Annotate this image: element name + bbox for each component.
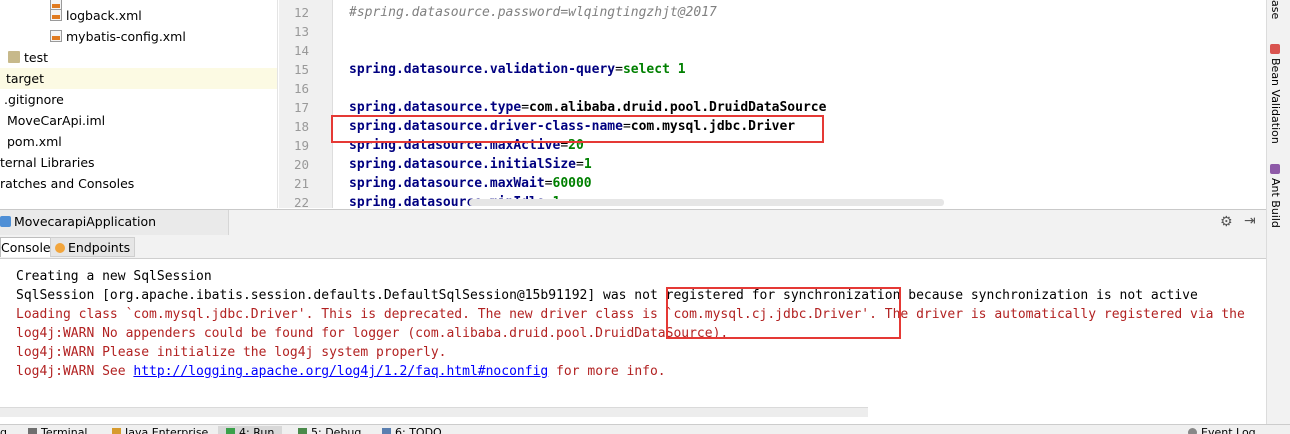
line-number: 20 bbox=[293, 157, 309, 172]
project-tree-panel: logback.xml mybatis-config.xml test targ… bbox=[0, 0, 278, 208]
line-number: 13 bbox=[293, 24, 309, 39]
property-key: spring.datasource.initialSize bbox=[349, 157, 576, 172]
code-line-max-wait: spring.datasource.maxWait=60000 bbox=[349, 176, 592, 191]
tree-item-label: target bbox=[6, 71, 45, 86]
property-value: com.alibaba.druid.pool.DruidDataSource bbox=[529, 100, 827, 115]
code-line-validation-query: spring.datasource.validation-query=selec… bbox=[349, 62, 686, 77]
console-line: log4j:WARN See http://logging.apache.org… bbox=[16, 364, 666, 379]
line-number-gutter: 12 13 14 15 16 17 18 19 20 21 22 bbox=[279, 0, 333, 208]
line-number: 22 bbox=[293, 195, 309, 208]
run-icon bbox=[226, 428, 235, 434]
property-key: spring.datasource.maxActive bbox=[349, 138, 561, 153]
right-tab-ant-build[interactable]: Ant Build bbox=[1269, 164, 1282, 228]
endpoints-icon bbox=[55, 243, 65, 253]
run-configuration-tab[interactable]: MovecarapiApplication bbox=[0, 210, 229, 236]
todo-icon bbox=[382, 428, 391, 434]
code-line-max-active: spring.datasource.maxActive=20 bbox=[349, 138, 584, 153]
tree-item-label: test bbox=[24, 50, 49, 65]
property-value: 60000 bbox=[552, 176, 592, 191]
right-tab-bean-validation[interactable]: Bean Validation bbox=[1269, 44, 1282, 144]
line-number: 19 bbox=[293, 138, 309, 153]
tree-item-pom[interactable]: pom.xml bbox=[7, 131, 62, 152]
tab-console[interactable]: Console bbox=[0, 237, 56, 257]
console-line: Creating a new SqlSession bbox=[16, 269, 212, 284]
bottom-tab-debug[interactable]: 5: Debug bbox=[298, 426, 361, 434]
code-editor[interactable]: 12 13 14 15 16 17 18 19 20 21 22 #spring… bbox=[279, 0, 1256, 208]
tree-item-iml[interactable]: MoveCarApi.iml bbox=[7, 110, 105, 131]
bottom-tab-run[interactable]: 4: Run bbox=[218, 426, 283, 434]
java-enterprise-icon bbox=[112, 428, 121, 434]
line-number: 12 bbox=[293, 5, 309, 20]
terminal-icon bbox=[28, 428, 37, 434]
tree-item-label: pom.xml bbox=[7, 134, 62, 149]
console-output[interactable]: Creating a new SqlSession SqlSession [or… bbox=[0, 260, 1266, 424]
tree-item-label: .gitignore bbox=[4, 92, 64, 107]
xml-file-icon bbox=[50, 30, 62, 42]
tree-item-test[interactable]: test bbox=[8, 47, 48, 68]
property-key: spring.datasource.validation-query bbox=[349, 62, 616, 77]
console-line: Loading class `com.mysql.jdbc.Driver'. T… bbox=[16, 307, 1245, 322]
log4j-faq-link[interactable]: http://logging.apache.org/log4j/1.2/faq.… bbox=[133, 364, 548, 379]
line-number: 15 bbox=[293, 62, 309, 77]
bottom-tab-todo[interactable]: 6: TODO bbox=[382, 426, 442, 434]
tree-item-logback[interactable]: logback.xml bbox=[50, 5, 142, 26]
tree-item-label: ternal Libraries bbox=[0, 155, 95, 170]
bottom-tool-bar: g Terminal Java Enterprise 4: Run 5: Deb… bbox=[0, 424, 1290, 434]
folder-icon bbox=[8, 51, 20, 63]
hide-panel-icon[interactable]: ⇥ bbox=[1244, 213, 1256, 229]
run-panel-header: MovecarapiApplication ⚙ ⇥ bbox=[0, 209, 1266, 236]
line-number: 17 bbox=[293, 100, 309, 115]
right-tool-strip: ase Bean Validation Ant Build bbox=[1266, 0, 1290, 424]
tree-item-external-libraries[interactable]: ternal Libraries bbox=[0, 152, 95, 173]
console-line: log4j:WARN No appenders could be found f… bbox=[16, 326, 729, 341]
console-line: log4j:WARN Please initialize the log4j s… bbox=[16, 345, 447, 360]
line-number: 16 bbox=[293, 81, 309, 96]
property-value: select 1 bbox=[622, 62, 686, 77]
property-key: spring.datasource.driver-class-name bbox=[349, 119, 623, 134]
bean-validation-icon bbox=[1270, 44, 1280, 54]
bottom-tab-terminal[interactable]: Terminal bbox=[28, 426, 88, 434]
editor-horizontal-scrollbar[interactable] bbox=[469, 199, 944, 206]
ant-build-icon bbox=[1270, 164, 1280, 174]
line-number: 21 bbox=[293, 176, 309, 191]
bottom-tab-java-enterprise[interactable]: Java Enterprise bbox=[112, 426, 208, 434]
tree-item-label: mybatis-config.xml bbox=[66, 29, 186, 44]
run-configuration-title: MovecarapiApplication bbox=[14, 214, 157, 229]
right-tab-database[interactable]: ase bbox=[1269, 0, 1282, 19]
run-panel-tabs: Console Endpoints bbox=[0, 235, 1266, 259]
tree-item-label: logback.xml bbox=[66, 8, 142, 23]
code-line-type: spring.datasource.type=com.alibaba.druid… bbox=[349, 100, 827, 115]
gear-icon[interactable]: ⚙ bbox=[1220, 214, 1233, 230]
line-number: 18 bbox=[293, 119, 309, 134]
code-line-comment: #spring.datasource.password=wlqingtingzh… bbox=[349, 5, 717, 20]
xml-file-icon bbox=[50, 9, 62, 21]
tree-item-scratches[interactable]: ratches and Consoles bbox=[0, 173, 134, 194]
bottom-tab-clipped[interactable]: g bbox=[0, 426, 7, 434]
property-key: spring.datasource.maxWait bbox=[349, 176, 545, 191]
property-value: 20 bbox=[568, 138, 584, 153]
bottom-tab-event-log[interactable]: Event Log bbox=[1188, 426, 1256, 434]
console-line: SqlSession [org.apache.ibatis.session.de… bbox=[16, 288, 1198, 303]
code-line-driver-class-name: spring.datasource.driver-class-name=com.… bbox=[349, 119, 796, 134]
property-value: com.mysql.jdbc.Driver bbox=[630, 119, 796, 134]
console-horizontal-scrollbar[interactable] bbox=[0, 407, 868, 417]
tree-item-label: MoveCarApi.iml bbox=[7, 113, 106, 128]
tree-item-mybatis-config[interactable]: mybatis-config.xml bbox=[50, 26, 186, 47]
tab-endpoints[interactable]: Endpoints bbox=[50, 237, 136, 257]
property-key: spring.datasource.type bbox=[349, 100, 522, 115]
line-number: 14 bbox=[293, 43, 309, 58]
tree-item-label: ratches and Consoles bbox=[0, 176, 135, 191]
code-line-initial-size: spring.datasource.initialSize=1 bbox=[349, 157, 592, 172]
property-value: 1 bbox=[583, 157, 592, 172]
event-log-icon bbox=[1188, 428, 1197, 434]
spring-boot-app-icon bbox=[0, 216, 11, 227]
tree-item-target[interactable]: target bbox=[0, 68, 277, 89]
debug-icon bbox=[298, 428, 307, 434]
tree-item-gitignore[interactable]: .gitignore bbox=[4, 89, 64, 110]
